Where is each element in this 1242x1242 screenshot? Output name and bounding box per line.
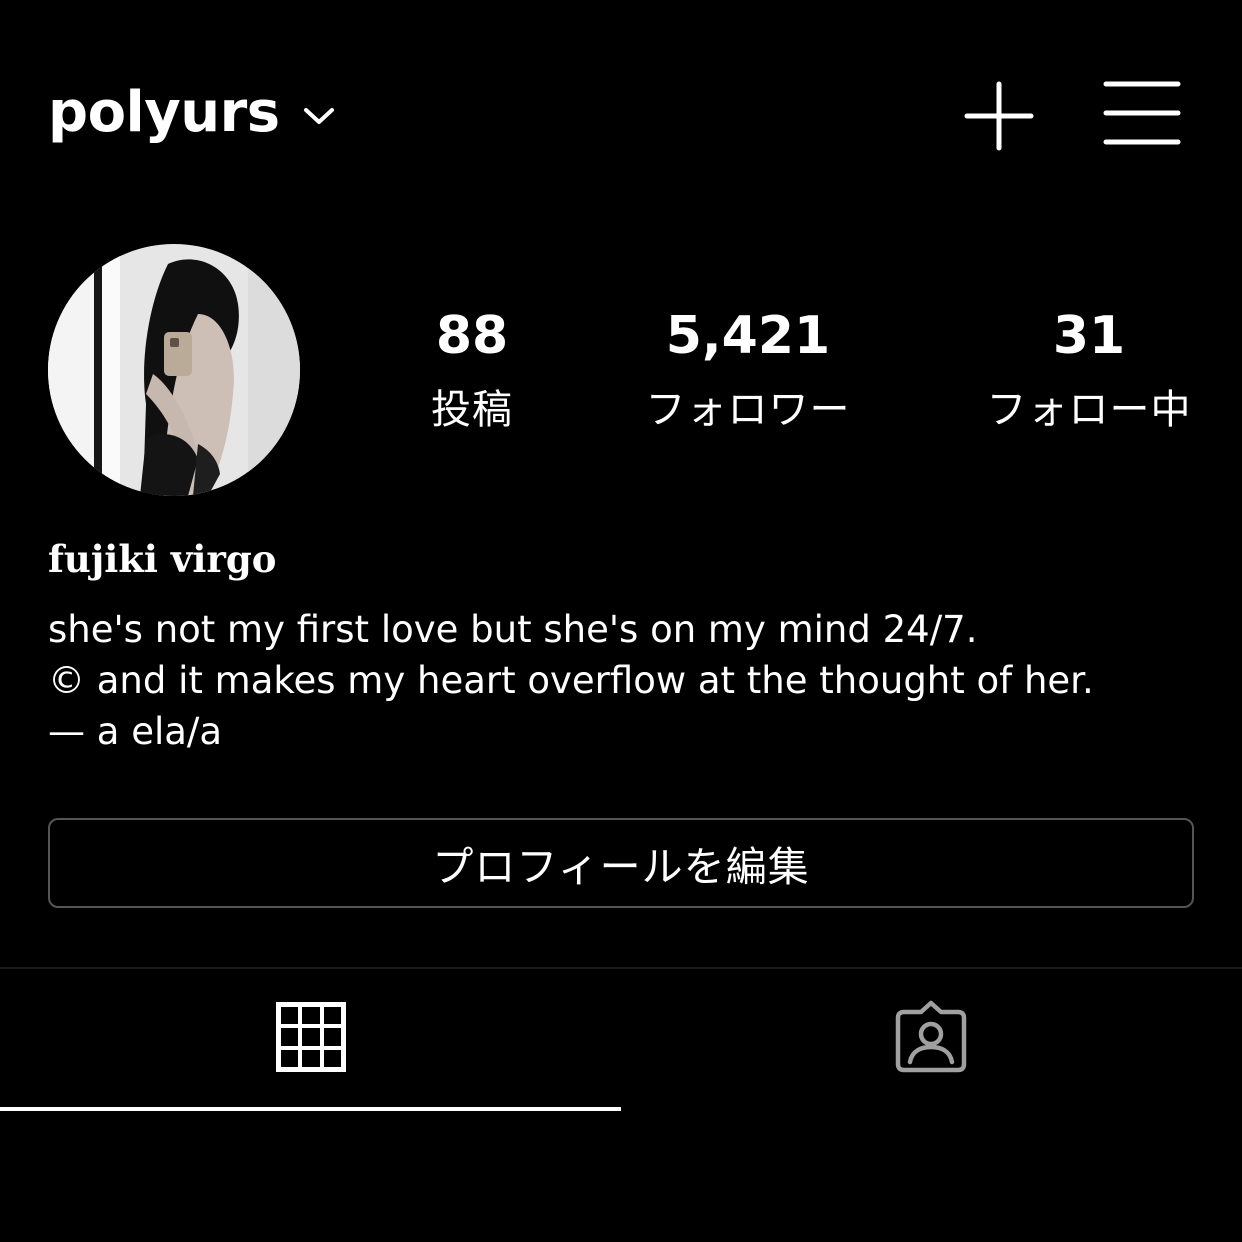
- tab-grid[interactable]: [0, 970, 621, 1110]
- followers-stat[interactable]: 5,421 フォロワー: [646, 300, 851, 448]
- bio: she's not my first love but she's on my …: [48, 604, 1198, 757]
- edit-profile-button[interactable]: プロフィールを編集: [48, 818, 1194, 908]
- top-bar: polyurs: [0, 0, 1242, 200]
- tab-tagged[interactable]: [621, 970, 1242, 1110]
- following-stat[interactable]: 31 フォロー中: [987, 300, 1192, 448]
- menu-icon[interactable]: [1100, 80, 1184, 146]
- account-switcher[interactable]: polyurs: [48, 78, 336, 148]
- active-tab-indicator: [0, 1107, 621, 1111]
- following-count: 31: [1052, 306, 1126, 366]
- posts-count: 88: [435, 306, 509, 366]
- plus-icon[interactable]: [963, 80, 1035, 152]
- avatar-photo: [48, 244, 300, 496]
- followers-count: 5,421: [665, 306, 831, 366]
- bio-line: she's not my first love but she's on my …: [48, 608, 978, 651]
- grid-icon: [276, 1002, 346, 1072]
- followers-label: フォロワー: [645, 387, 851, 433]
- chevron-down-icon: [303, 108, 334, 124]
- display-name: fujiki virgo: [48, 537, 277, 581]
- divider: [0, 967, 1242, 969]
- posts-stat[interactable]: 88 投稿: [431, 300, 513, 448]
- bio-line: — a ela/a: [48, 710, 223, 753]
- edit-profile-label: プロフィールを編集: [432, 843, 810, 891]
- username: polyurs: [48, 80, 280, 145]
- tagged-person-icon: [895, 1000, 967, 1073]
- posts-label: 投稿: [431, 387, 513, 433]
- bio-line: © and it makes my heart overflow at the …: [48, 659, 1094, 702]
- avatar[interactable]: [48, 244, 300, 496]
- following-label: フォロー中: [986, 387, 1192, 433]
